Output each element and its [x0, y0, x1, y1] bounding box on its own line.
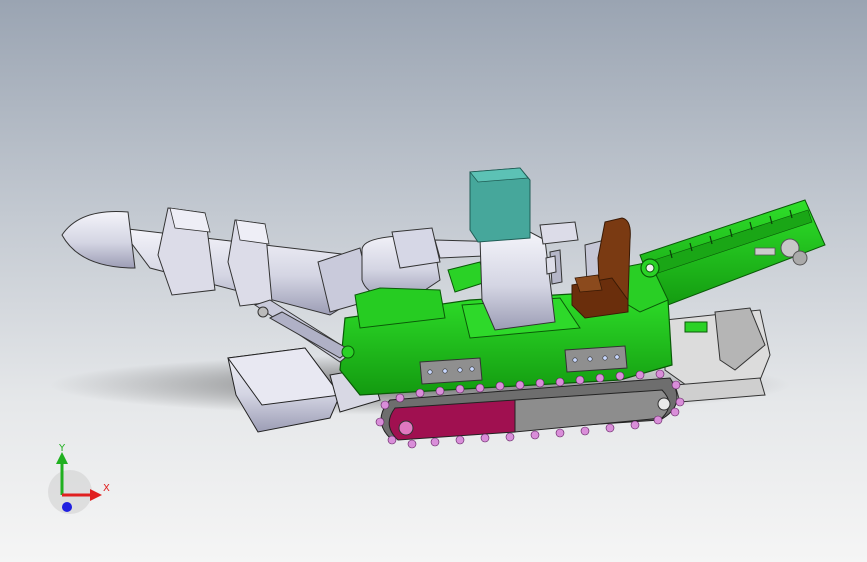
coordinate-triad: Y X [40, 440, 120, 520]
roadheader-3d-model[interactable] [0, 0, 867, 562]
conveyor-boom [639, 199, 826, 309]
graphics-viewport[interactable]: Y X [0, 0, 867, 562]
z-axis-dot [62, 502, 72, 512]
cutting-boom [61, 207, 373, 363]
y-axis-label: Y [59, 443, 66, 454]
rear-stabilizer [664, 307, 771, 403]
x-axis-label: X [103, 483, 110, 494]
operator-seat [571, 217, 631, 319]
triad-graphic [48, 452, 102, 514]
